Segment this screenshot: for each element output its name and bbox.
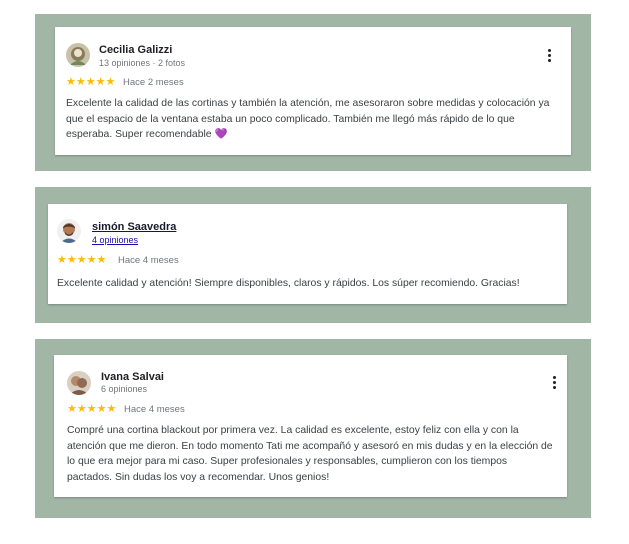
- review-card-1: Cecilia Galizzi 13 opiniones · 2 fotos ★…: [55, 27, 571, 155]
- reviewer-name[interactable]: Cecilia Galizzi: [99, 44, 172, 56]
- reviewer-meta: 6 opiniones: [101, 384, 148, 394]
- avatar[interactable]: [67, 371, 91, 395]
- star-rating: ★★★★★: [57, 254, 107, 266]
- reviewer-name[interactable]: simón Saavedra: [92, 221, 176, 233]
- more-options-icon[interactable]: [546, 49, 552, 65]
- review-card-3: Ivana Salvai 6 opiniones ★★★★★ Hace 4 me…: [54, 355, 567, 497]
- profile-photo-icon: [57, 219, 81, 243]
- star-rating: ★★★★★: [67, 403, 117, 415]
- reviewer-meta: 13 opiniones · 2 fotos: [99, 58, 186, 68]
- review-date: Hace 2 meses: [123, 77, 184, 88]
- profile-photo-icon: [66, 43, 90, 67]
- review-date: Hace 4 meses: [124, 404, 185, 415]
- review-text: Excelente calidad y atención! Siempre di…: [57, 278, 520, 289]
- review-date: Hace 4 meses: [118, 255, 179, 266]
- avatar[interactable]: [57, 219, 81, 243]
- avatar[interactable]: [66, 43, 90, 67]
- profile-photo-icon: [67, 371, 91, 395]
- review-text: Excelente la calidad de las cortinas y t…: [66, 98, 550, 140]
- review-text: Compré una cortina blackout por primera …: [67, 425, 553, 483]
- star-rating: ★★★★★: [66, 76, 116, 88]
- review-card-2: simón Saavedra 4 opiniones ★★★★★ Hace 4 …: [48, 204, 567, 304]
- reviewer-meta[interactable]: 4 opiniones: [92, 235, 138, 245]
- reviewer-name[interactable]: Ivana Salvai: [101, 371, 164, 383]
- more-options-icon[interactable]: [551, 376, 557, 392]
